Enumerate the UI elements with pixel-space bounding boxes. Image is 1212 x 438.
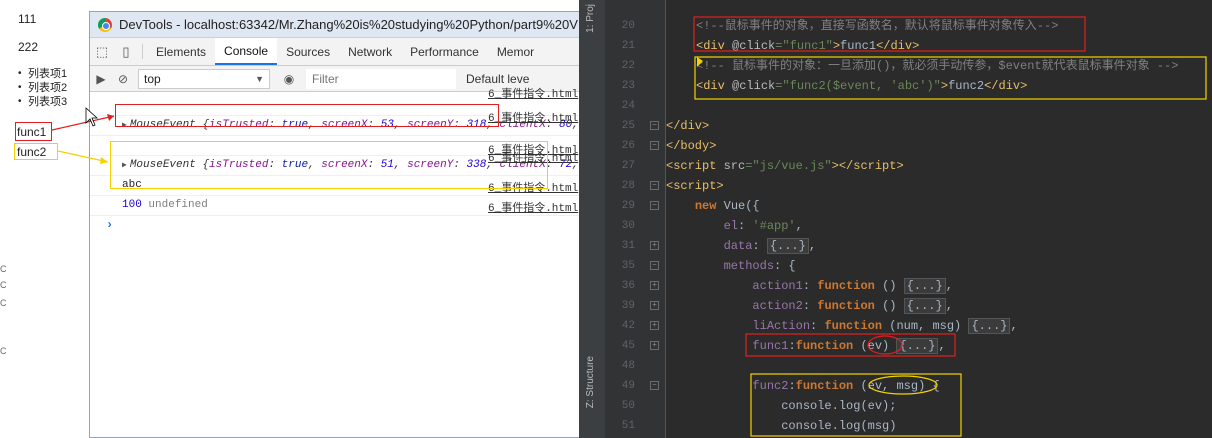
ide-red-box-func1-method bbox=[745, 333, 956, 357]
ide-red-box-func1-div bbox=[693, 16, 1086, 52]
yellow-arrow bbox=[57, 150, 109, 163]
mouse-cursor-icon bbox=[85, 107, 99, 127]
yellow-flag-icon bbox=[697, 57, 703, 67]
red-arrowhead bbox=[107, 114, 114, 121]
annotation-arrows bbox=[51, 16, 1207, 437]
ide-yellow-circle-ev-msg bbox=[868, 375, 938, 395]
ide-yellow-box-func2-div bbox=[694, 56, 1207, 100]
ide-red-circle-ev bbox=[867, 335, 903, 355]
red-arrow bbox=[51, 115, 115, 131]
yellow-arrowhead bbox=[100, 157, 108, 164]
ide-yellow-box-func2-method bbox=[750, 373, 962, 437]
